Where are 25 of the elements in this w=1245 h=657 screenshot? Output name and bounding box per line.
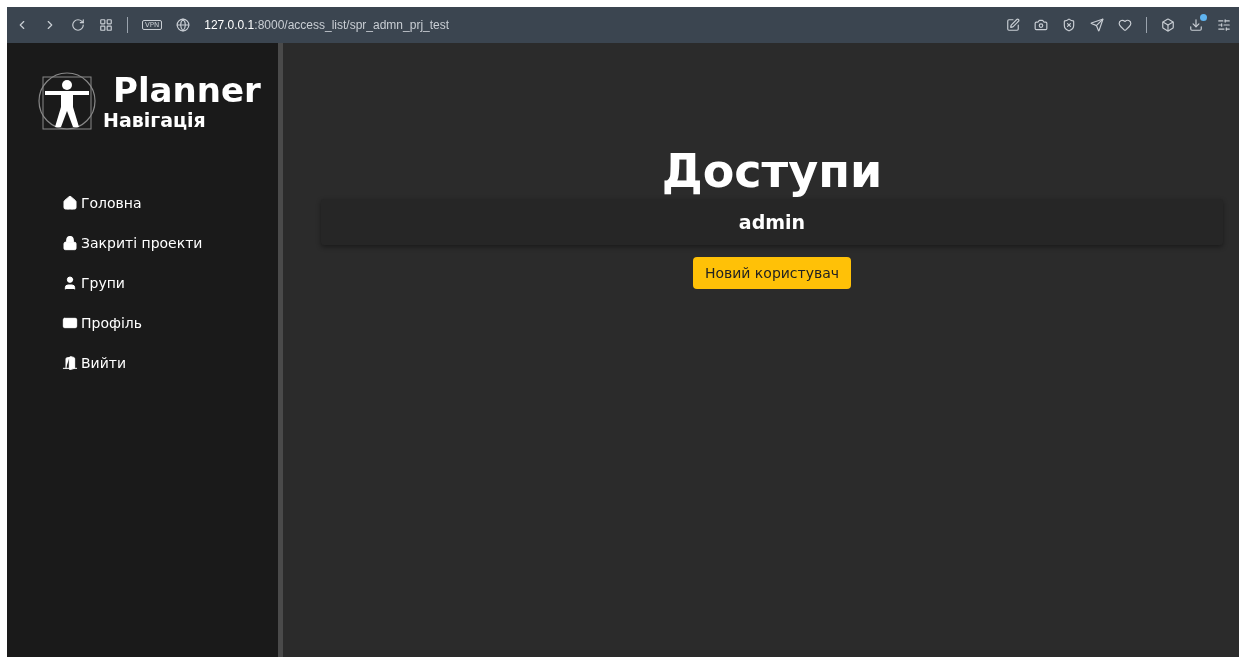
home-icon (62, 195, 78, 211)
user-icon (62, 275, 78, 291)
door-icon (62, 355, 78, 371)
nav-link[interactable]: Головна (62, 195, 278, 211)
grid-icon[interactable] (99, 18, 113, 32)
send-icon[interactable] (1090, 18, 1104, 32)
brand-title: Planner (113, 71, 261, 109)
nav-link[interactable]: Групи (62, 275, 278, 291)
address-field[interactable]: 127.0.0.1:8000/access_list/spr_admn_prj_test (204, 18, 450, 32)
nav-link[interactable]: Вийти (62, 355, 278, 371)
vitruvian-figure-logo (37, 71, 97, 131)
nav-link[interactable]: Профіль (62, 315, 278, 331)
new-user-button[interactable]: Новий користувач (692, 257, 852, 289)
edit-icon[interactable] (1006, 18, 1020, 32)
page-title: Доступи (661, 143, 883, 199)
cube-icon[interactable] (1161, 18, 1175, 32)
heart-icon[interactable] (1118, 18, 1132, 32)
camera-icon[interactable] (1034, 18, 1048, 32)
menu-icon[interactable] (1217, 18, 1231, 32)
sidebar-subtitle: Навігація (103, 109, 207, 131)
nav-link[interactable]: Закриті проекти (62, 235, 278, 251)
shield-icon[interactable] (1062, 18, 1076, 32)
user-card[interactable]: admin (321, 199, 1223, 245)
globe-icon[interactable] (176, 18, 191, 32)
reload-icon[interactable] (71, 18, 85, 32)
